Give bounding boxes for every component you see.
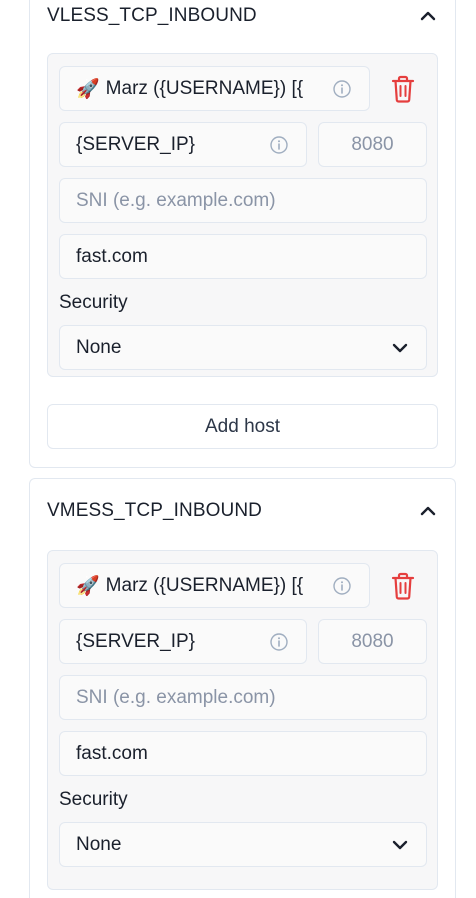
- sni-placeholder: SNI (e.g. example.com): [76, 686, 276, 708]
- address-value: {SERVER_IP}: [76, 630, 196, 652]
- security-label: Security: [59, 292, 128, 313]
- port-input[interactable]: 8080: [318, 619, 427, 664]
- address-value: {SERVER_IP}: [76, 133, 196, 155]
- add-host-button[interactable]: Add host: [47, 404, 438, 449]
- address-input[interactable]: {SERVER_IP}: [59, 122, 307, 167]
- inbound-panel-vless: VLESS_TCP_INBOUND 🚀 Marz ({USERNAME}) [{…: [29, 0, 456, 468]
- trash-icon[interactable]: [390, 74, 416, 104]
- chevron-down-icon: [392, 343, 408, 352]
- remark-value: Marz ({USERNAME}) [{: [105, 77, 304, 99]
- rocket-icon: 🚀: [76, 78, 100, 100]
- info-icon[interactable]: [332, 79, 352, 99]
- host-card: 🚀 Marz ({USERNAME}) [{ {SERVER_IP} 8080 …: [47, 550, 438, 890]
- info-icon[interactable]: [269, 135, 289, 155]
- inbound-header[interactable]: VLESS_TCP_INBOUND: [47, 1, 438, 31]
- host-input[interactable]: fast.com: [59, 234, 427, 279]
- inbound-title: VMESS_TCP_INBOUND: [47, 500, 262, 521]
- address-input[interactable]: {SERVER_IP}: [59, 619, 307, 664]
- remark-value: Marz ({USERNAME}) [{: [105, 574, 304, 596]
- info-icon[interactable]: [332, 576, 352, 596]
- security-value: None: [76, 833, 122, 855]
- chevron-up-icon[interactable]: [418, 501, 438, 521]
- inbound-header[interactable]: VMESS_TCP_INBOUND: [47, 496, 438, 526]
- sni-input[interactable]: SNI (e.g. example.com): [59, 675, 427, 720]
- security-label: Security: [59, 789, 128, 810]
- port-placeholder: 8080: [351, 630, 394, 652]
- chevron-up-icon[interactable]: [418, 6, 438, 26]
- security-select[interactable]: None: [59, 822, 427, 867]
- port-input[interactable]: 8080: [318, 122, 427, 167]
- host-input[interactable]: fast.com: [59, 731, 427, 776]
- rocket-icon: 🚀: [76, 575, 100, 597]
- remark-input[interactable]: 🚀 Marz ({USERNAME}) [{: [59, 66, 370, 111]
- info-icon[interactable]: [269, 632, 289, 652]
- security-value: None: [76, 336, 122, 358]
- inbound-panel-vmess: VMESS_TCP_INBOUND 🚀 Marz ({USERNAME}) [{…: [29, 478, 456, 898]
- inbound-title: VLESS_TCP_INBOUND: [47, 5, 257, 26]
- remark-input[interactable]: 🚀 Marz ({USERNAME}) [{: [59, 563, 370, 608]
- chevron-down-icon: [392, 840, 408, 849]
- host-value: fast.com: [76, 742, 148, 764]
- security-select[interactable]: None: [59, 325, 427, 370]
- sni-placeholder: SNI (e.g. example.com): [76, 189, 276, 211]
- trash-icon[interactable]: [390, 571, 416, 601]
- sni-input[interactable]: SNI (e.g. example.com): [59, 178, 427, 223]
- port-placeholder: 8080: [351, 133, 394, 155]
- host-card: 🚀 Marz ({USERNAME}) [{ {SERVER_IP} 8080 …: [47, 53, 438, 377]
- host-value: fast.com: [76, 245, 148, 267]
